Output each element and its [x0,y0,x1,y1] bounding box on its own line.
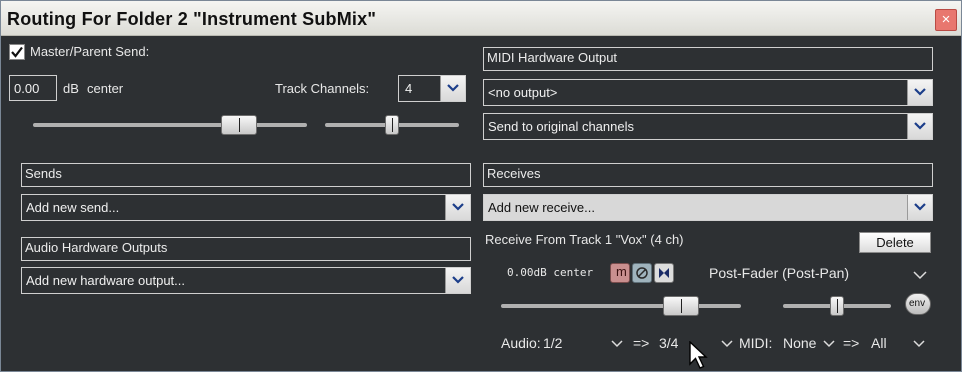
chevron-down-icon [440,76,465,101]
midi-output-value: <no output> [488,85,558,100]
envelope-button[interactable]: env [905,293,931,315]
master-volume-slider-knob[interactable] [220,115,257,135]
midi-dest-value[interactable]: All [871,335,887,351]
title-bar[interactable]: Routing For Folder 2 "Instrument SubMix"… [1,1,961,36]
midi-hw-header-label: MIDI Hardware Output [487,50,618,65]
master-volume-value: 0.00 [14,81,40,96]
master-volume-slider-track[interactable] [33,123,307,127]
chevron-down-icon[interactable] [913,339,925,348]
window-title: Routing For Folder 2 "Instrument SubMix" [7,9,377,29]
midi-channel-mode-value: Send to original channels [488,119,634,134]
mono-stereo-button[interactable] [654,263,674,283]
audio-hw-header-label: Audio Hardware Outputs [25,240,168,255]
midi-output-select[interactable]: <no output> [483,79,933,106]
midi-hw-header: MIDI Hardware Output [483,47,933,71]
add-receive-value: Add new receive... [488,200,595,215]
add-send-select[interactable]: Add new send... [21,194,471,221]
receives-header: Receives [483,163,933,187]
add-hw-output-value: Add new hardware output... [26,273,185,288]
sends-header-label: Sends [25,166,62,181]
track-channels-value: 4 [405,81,413,96]
checkmark-icon [11,46,23,58]
mono-stereo-icon [659,268,669,278]
audio-hw-header: Audio Hardware Outputs [21,237,471,261]
close-button[interactable]: × [935,9,957,31]
add-hw-output-select[interactable]: Add new hardware output... [21,267,471,294]
midi-arrow: => [843,335,860,351]
audio-dest-value[interactable]: 3/4 [659,335,678,351]
receive-pan-slider-knob[interactable] [830,296,844,316]
receive-volume-slider-knob[interactable] [663,296,699,316]
chevron-down-icon[interactable] [611,339,623,348]
phase-invert-button[interactable] [632,263,652,283]
receive-volume-slider-track[interactable] [501,304,741,308]
chevron-down-icon [445,195,470,220]
routing-panel: Master/Parent Send: 0.00 dB center Track… [7,41,955,369]
mute-icon: m [616,264,627,279]
sends-header: Sends [21,163,471,187]
audio-arrow: => [633,335,650,351]
track-channels-select[interactable]: 4 [398,75,466,102]
db-unit-label: dB [63,81,79,96]
mouse-cursor-icon [689,341,708,369]
chevron-down-icon[interactable] [823,339,835,348]
delete-receive-button[interactable]: Delete [859,232,931,253]
mute-button[interactable]: m [610,263,630,283]
chevron-down-icon [445,268,470,293]
master-pan-label: center [87,81,124,96]
chevron-down-icon[interactable] [913,270,927,280]
receive-vol-pan-readout: 0.00dB center [507,266,594,279]
phase-invert-icon [636,267,648,279]
audio-source-value[interactable]: 1/2 [543,335,562,351]
master-send-label: Master/Parent Send: [30,44,150,59]
midi-source-value[interactable]: None [783,335,816,351]
chevron-down-icon[interactable] [721,339,733,348]
midi-label: MIDI: [739,335,773,351]
chevron-down-icon [907,114,932,139]
midi-channel-mode-select[interactable]: Send to original channels [483,113,933,140]
master-send-checkbox[interactable] [9,44,25,60]
receives-header-label: Receives [487,166,541,181]
receive-title: Receive From Track 1 "Vox" (4 ch) [485,232,684,247]
envelope-button-label: env [909,298,926,309]
master-pan-slider-knob[interactable] [385,115,399,135]
chevron-down-icon [907,80,932,105]
audio-label: Audio: [501,335,541,351]
add-receive-select[interactable]: Add new receive... [483,194,933,221]
routing-window: Routing For Folder 2 "Instrument SubMix"… [0,0,962,372]
master-volume-field[interactable]: 0.00 [9,75,57,101]
chevron-down-icon [907,195,932,220]
add-send-value: Add new send... [26,200,120,215]
track-channels-label: Track Channels: [275,81,370,96]
receive-mode-value[interactable]: Post-Fader (Post-Pan) [709,265,849,281]
